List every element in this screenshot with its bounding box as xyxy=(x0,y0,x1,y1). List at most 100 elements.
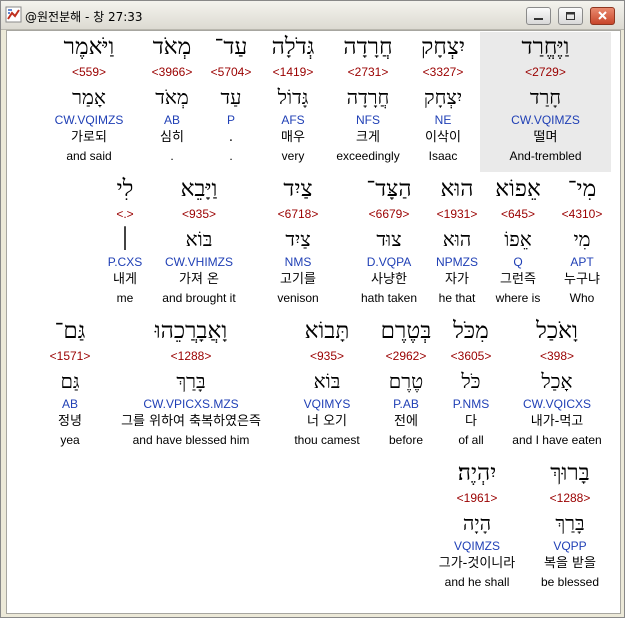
english-gloss: Who xyxy=(569,291,595,305)
title-bar[interactable]: @원전분해 - 창 27:33 xyxy=(1,1,624,30)
morph-code: VQPP xyxy=(553,539,587,553)
morph-code: NFS xyxy=(356,113,380,127)
maximize-button[interactable] xyxy=(558,7,583,25)
hebrew-root: הָיָה xyxy=(462,511,492,535)
english-gloss: where is xyxy=(495,291,541,305)
close-icon xyxy=(598,11,607,20)
hebrew-word: יִהְיֶה׃ xyxy=(457,460,497,486)
word-cell[interactable]: וָאֹכַל <398> אָכַל CW.VQICXS 내가-먹고 and … xyxy=(503,316,611,448)
morph-code: CW.VHIMZS xyxy=(165,255,233,269)
word-cell[interactable]: יִהְיֶה׃ <1961> הָיָה VQIMZS 그가-것이니라 and… xyxy=(427,458,527,590)
word-cell[interactable]: וָאֲבָרֲכֵהוּ <1288> בָּרַךְ CW.VPICXS.M… xyxy=(101,316,281,448)
hebrew-root: מִי xyxy=(573,227,591,251)
hebrew-word: יִצְחָק xyxy=(420,34,465,60)
word-cell[interactable]: וַיֹּאמֶר <559> אָמַר CW.VQIMZS 가로되 and … xyxy=(45,32,133,164)
hebrew-word: הוּא xyxy=(440,176,474,202)
hebrew-root: עַד xyxy=(220,85,242,109)
word-cell[interactable]: הוּא <1931> הוּא NPMZS 자가 he that xyxy=(429,174,485,306)
strong-number: <6679> xyxy=(368,207,410,221)
minimize-button[interactable] xyxy=(526,7,551,25)
strong-number: <5704> xyxy=(210,65,252,79)
hebrew-word: מִכֹּל xyxy=(453,318,489,344)
word-cell[interactable]: עַד־ <5704> עַד P . . xyxy=(203,32,259,164)
english-gloss: be blessed xyxy=(540,575,600,589)
english-gloss: thou camest xyxy=(294,433,360,447)
english-gloss: of all xyxy=(458,433,484,447)
hebrew-root: צַיִד xyxy=(285,227,311,251)
morph-code: CW.VQIMZS xyxy=(511,113,580,127)
word-cell[interactable]: מִי־ <4310> מִי APT 누구냐 Who xyxy=(553,174,611,306)
hebrew-root: יִצְחָק xyxy=(423,85,463,109)
korean-gloss: 내가-먹고 xyxy=(530,414,584,429)
english-gloss: and I have eaten xyxy=(512,433,602,447)
word-cell[interactable]: תָּבוֹא <935> בּוֹא VQIMYS 너 오기 thou cam… xyxy=(287,316,367,448)
word-cell[interactable]: בְּטֶרֶם <2962> טֶרֶם P.AB 전에 before xyxy=(373,316,439,448)
word-cell[interactable]: הַצָּד־ <6679> צוּד D.VQPA 사냥한 hath take… xyxy=(351,174,427,306)
word-cell[interactable]: גְּדֹלָה <1419> גָּדוֹל AFS 매우 very xyxy=(260,32,326,164)
strong-number: <3966> xyxy=(151,65,193,79)
hebrew-word: אֵפוֹא xyxy=(495,176,541,202)
hebrew-root: בּוֹא xyxy=(313,369,341,393)
hebrew-word: הַצָּד־ xyxy=(366,176,412,202)
korean-gloss: 심히 xyxy=(160,130,184,145)
english-gloss: very xyxy=(281,149,305,163)
hebrew-word: חֲרָדָה xyxy=(343,34,393,60)
morph-code: P.AB xyxy=(393,397,419,411)
word-cell[interactable]: אֵפוֹא <645> אֵפוֹ Q 그런즉 where is xyxy=(487,174,549,306)
morph-code: NPMZS xyxy=(436,255,478,269)
hebrew-root: מְאֹד xyxy=(155,85,189,109)
strong-number: <645> xyxy=(500,207,536,221)
maximize-icon xyxy=(566,12,575,20)
close-button[interactable] xyxy=(590,7,615,25)
korean-gloss: 이삭이 xyxy=(425,130,461,145)
hebrew-word: וָאֹכַל xyxy=(536,318,578,344)
broken-image-icon[interactable] xyxy=(5,6,22,23)
hebrew-root: ׀ xyxy=(119,227,131,251)
morph-code: P.CXS xyxy=(107,255,143,269)
korean-gloss: 전에 xyxy=(394,414,418,429)
word-cell[interactable]: בָּרוּךְ <1288> בָּרַךְ VQPP 복을 받을 be bl… xyxy=(529,458,611,590)
strong-number: <2962> xyxy=(385,349,427,363)
english-gloss: and brought it xyxy=(162,291,236,305)
morph-code: NMS xyxy=(284,255,312,269)
word-cell[interactable]: יִצְחָק <3327> יִצְחָק NE 이삭이 Isaac xyxy=(407,32,479,164)
app-window: @원전분해 - 창 27:33 וַיֶּחֱרַד <2729> חָרַד … xyxy=(0,0,625,618)
word-cell[interactable]: חֲרָדָה <2731> חֲרָדָה NFS 크게 exceedingl… xyxy=(325,32,411,164)
korean-gloss: 떨며 xyxy=(533,130,558,145)
strong-number: <1288> xyxy=(549,491,591,505)
word-cell[interactable]: וַיָּבֵא <935> בּוֹא CW.VHIMZS 가져 온 and … xyxy=(149,174,249,306)
interlinear-panel: וַיֶּחֱרַד <2729> חָרַד CW.VQIMZS 떨며 And… xyxy=(6,30,621,614)
hebrew-root: בָּרַךְ xyxy=(176,369,206,393)
korean-gloss: 내게 xyxy=(113,272,137,287)
hebrew-root: טֶרֶם xyxy=(388,369,424,393)
english-gloss: and he shall xyxy=(444,575,510,589)
english-gloss: Isaac xyxy=(428,149,458,163)
english-gloss: venison xyxy=(277,291,319,305)
english-gloss: hath taken xyxy=(360,291,418,305)
hebrew-root: גַּם xyxy=(60,369,80,393)
morph-code: CW.VQIMZS xyxy=(54,113,124,127)
word-cell[interactable]: מְאֹד <3966> מְאֹד AB 심히 . xyxy=(141,32,203,164)
hebrew-word: וָאֲבָרֲכֵהוּ xyxy=(154,318,228,344)
hebrew-word: תָּבוֹא xyxy=(304,318,350,344)
word-cell[interactable]: לִי <.> ׀ P.CXS 내게 me xyxy=(99,174,151,306)
korean-gloss: 자가 xyxy=(445,272,469,287)
word-cell[interactable]: מִכֹּל <3605> כֹּל P.NMS 다 of all xyxy=(441,316,501,448)
morph-code: AFS xyxy=(281,113,305,127)
korean-gloss: 그가-것이니라 xyxy=(438,556,516,571)
hebrew-root: אָכַל xyxy=(541,369,573,393)
hebrew-word: וַיֹּאמֶר xyxy=(63,34,115,60)
korean-gloss: 매우 xyxy=(281,130,305,145)
strong-number: <1571> xyxy=(49,349,91,363)
word-cell[interactable]: צַיִד <6718> צַיִד NMS 고기를 venison xyxy=(265,174,331,306)
strong-number: <6718> xyxy=(277,207,319,221)
english-gloss: yea xyxy=(60,433,80,447)
word-cell[interactable]: גַּם־ <1571> גַּם AB 정녕 yea xyxy=(41,316,99,448)
word-cell[interactable]: וַיֶּחֱרַד <2729> חָרַד CW.VQIMZS 떨며 And… xyxy=(480,32,611,172)
hebrew-root: חֲרָדָה xyxy=(346,85,390,109)
window-title: @원전분해 - 창 27:33 xyxy=(25,10,143,24)
english-gloss: exceedingly xyxy=(336,149,400,163)
morph-code: P.NMS xyxy=(452,397,490,411)
korean-gloss: 가져 온 xyxy=(178,272,219,287)
hebrew-root: אֵפוֹ xyxy=(504,227,532,251)
